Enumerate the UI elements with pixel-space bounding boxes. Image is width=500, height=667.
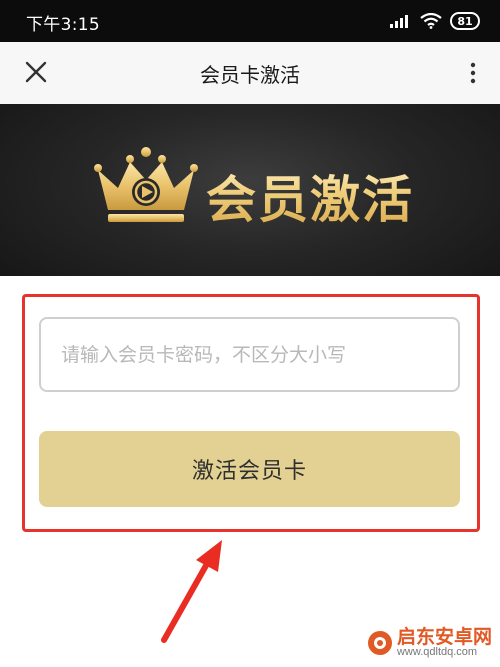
watermark: 启东安卓网 www.qdltdq.com: [367, 625, 492, 659]
more-vertical-icon[interactable]: [468, 60, 478, 86]
signal-icon: [390, 15, 408, 28]
battery-icon: 81: [450, 12, 480, 30]
status-bar: 下午3:15 81: [0, 0, 500, 42]
activate-card-button[interactable]: 激活会员卡: [39, 431, 460, 507]
card-code-input[interactable]: [39, 317, 460, 392]
watermark-logo-icon: [367, 631, 392, 656]
battery-level: 81: [457, 14, 473, 28]
crown-play-icon: [94, 147, 198, 222]
watermark-site-name: 启东安卓网: [396, 625, 492, 648]
arrow-annotation-icon: [161, 540, 222, 643]
wifi-icon: [420, 13, 442, 29]
watermark-url: www.qdltdq.com: [396, 646, 478, 659]
banner-title: 会员激活: [206, 160, 414, 232]
page-title: 会员卡激活: [200, 63, 300, 87]
status-icons: 81: [390, 11, 480, 31]
nav-bar: 会员卡激活: [0, 42, 500, 104]
status-time: 下午3:15: [26, 15, 100, 35]
